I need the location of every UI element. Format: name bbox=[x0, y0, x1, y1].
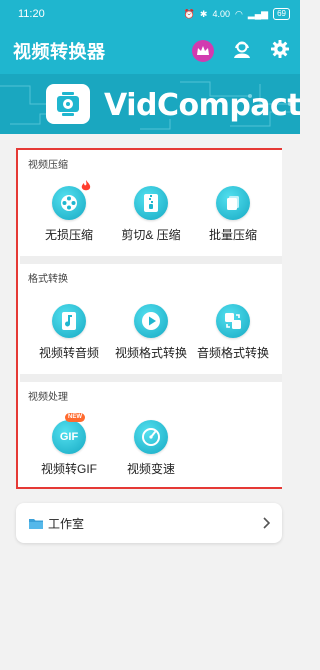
item-label: 剪切& 压缩 bbox=[121, 228, 181, 242]
video-to-audio-button[interactable]: 视频转音频 bbox=[28, 304, 110, 361]
section-video-process: 视频处理 GIF NEW 视频转GIF 视频变速 bbox=[20, 382, 282, 487]
section-divider bbox=[20, 374, 282, 382]
cut-compress-button[interactable]: 剪切& 压缩 bbox=[110, 186, 192, 243]
crown-icon bbox=[197, 46, 209, 55]
music-note-icon bbox=[52, 304, 86, 338]
settings-button[interactable] bbox=[270, 39, 290, 64]
new-badge: NEW bbox=[65, 413, 85, 422]
section-video-compress: 视频压缩 无损压缩 剪切& 压缩 批量压缩 bbox=[20, 150, 282, 256]
audio-format-convert-button[interactable]: 音频格式转换 bbox=[192, 304, 274, 361]
gear-icon bbox=[271, 39, 289, 58]
play-icon bbox=[134, 304, 168, 338]
status-icons: ⏰ ✱ 4.00 ◠ ▂▄▆ 69 bbox=[184, 8, 290, 20]
app-bar: 视频转换器 bbox=[0, 28, 300, 74]
speed-readout: 4.00 bbox=[212, 9, 230, 19]
signal-icon: ▂▄▆ bbox=[247, 8, 269, 19]
item-label: 视频转GIF bbox=[41, 462, 97, 476]
headset-user-icon bbox=[234, 41, 250, 58]
video-to-gif-button[interactable]: GIF NEW 视频转GIF bbox=[28, 413, 110, 477]
item-label: 批量压缩 bbox=[208, 228, 257, 242]
batch-compress-button[interactable]: 批量压缩 bbox=[192, 186, 274, 243]
section-format-convert: 格式转换 视频转音频 视频格式转换 音频格式转换 bbox=[20, 264, 282, 374]
chevron-right-icon bbox=[263, 517, 270, 529]
hot-fire-icon bbox=[81, 180, 91, 191]
brand-name: VidCompact bbox=[104, 88, 300, 123]
support-button[interactable] bbox=[232, 39, 252, 64]
studio-label: 工作室 bbox=[48, 516, 85, 531]
status-bar: 11:20 ⏰ ✱ 4.00 ◠ ▂▄▆ 69 bbox=[0, 0, 300, 28]
section-title: 格式转换 bbox=[28, 274, 68, 285]
promo-banner: VidCompact bbox=[0, 74, 300, 134]
feature-panel: 视频压缩 无损压缩 剪切& 压缩 批量压缩 格式转换 视频转音频 视频格式转换 … bbox=[16, 148, 282, 489]
speedometer-icon bbox=[134, 420, 168, 454]
vip-crown-button[interactable] bbox=[192, 40, 214, 62]
alarm-icon: ⏰ bbox=[183, 8, 195, 19]
film-reel-icon bbox=[52, 180, 91, 220]
video-compress-logo-icon bbox=[57, 92, 79, 116]
item-label: 音频格式转换 bbox=[196, 346, 269, 360]
section-divider bbox=[20, 256, 282, 264]
app-title: 视频转换器 bbox=[13, 42, 106, 62]
video-format-convert-button[interactable]: 视频格式转换 bbox=[110, 304, 192, 361]
section-title: 视频压缩 bbox=[28, 160, 68, 171]
folder-icon bbox=[29, 518, 43, 529]
item-label: 视频变速 bbox=[126, 462, 175, 476]
item-label: 视频转音频 bbox=[38, 346, 99, 360]
item-label: 无损压缩 bbox=[44, 228, 93, 242]
studio-row[interactable]: 工作室 bbox=[16, 503, 282, 543]
status-time: 11:20 bbox=[18, 8, 45, 20]
section-title: 视频处理 bbox=[28, 392, 68, 403]
bluetooth-icon: ✱ bbox=[199, 8, 208, 19]
wifi-icon: ◠ bbox=[235, 8, 243, 19]
video-speed-button[interactable]: 视频变速 bbox=[110, 420, 192, 477]
gif-icon: GIF NEW bbox=[52, 413, 86, 454]
battery-indicator: 69 bbox=[273, 8, 290, 20]
app-logo bbox=[46, 84, 90, 124]
lossless-compress-button[interactable]: 无损压缩 bbox=[28, 180, 110, 243]
item-label: 视频格式转换 bbox=[114, 346, 187, 360]
zipper-file-icon bbox=[134, 186, 168, 220]
convert-icon bbox=[216, 304, 250, 338]
stack-files-icon bbox=[216, 186, 250, 220]
